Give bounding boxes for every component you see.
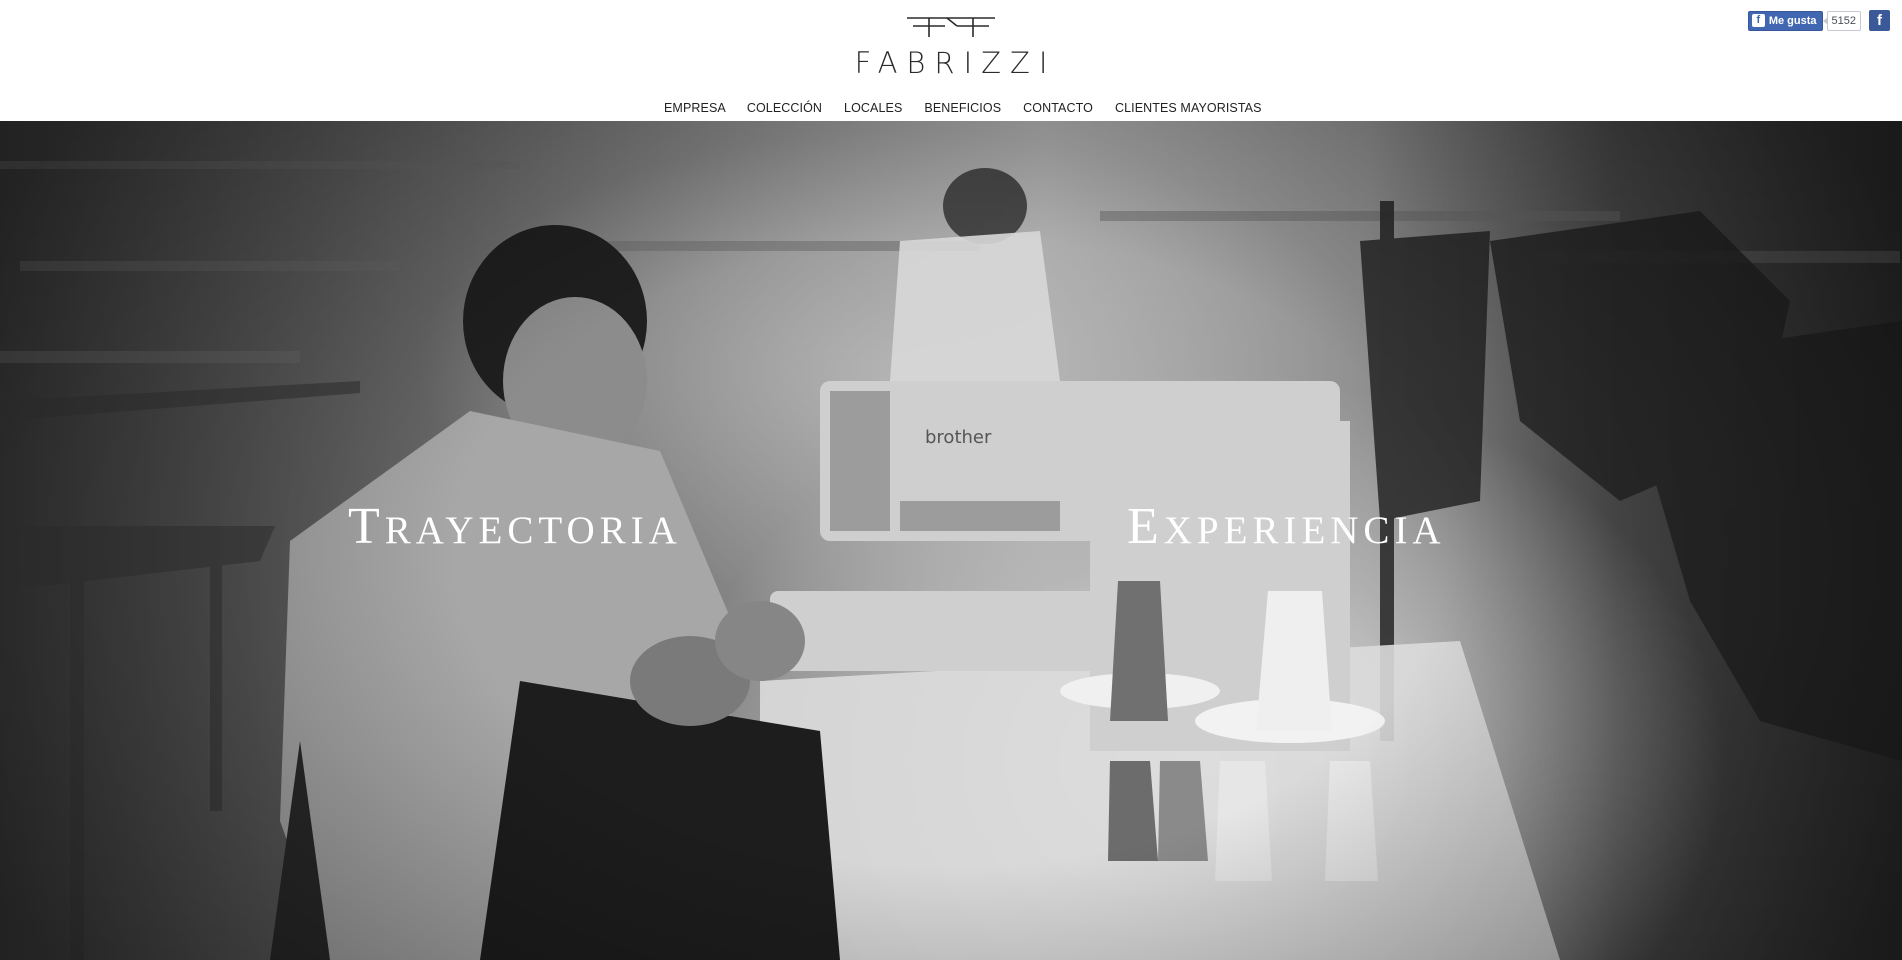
nav-item-contacto[interactable]: CONTACTO [1012,97,1104,121]
facebook-like-button[interactable]: f Me gusta [1747,10,1823,31]
hero-word-experiencia: Experiencia [1127,478,1446,560]
facebook-icon[interactable]: f [1869,10,1890,31]
hero-word-trayectoria: Trayectoria [348,478,682,560]
hero-vignette [0,121,1902,960]
hero-banner: brother Tra [0,121,1902,960]
facebook-like-widget: f Me gusta 5152 f [1747,10,1890,31]
facebook-thumb-icon: f [1751,14,1765,27]
ff-monogram-icon [907,17,995,37]
facebook-like-label: Me gusta [1768,14,1817,27]
nav-item-label: COLECCIÓN [746,101,823,115]
brand-logo[interactable]: FABRIZZI [843,16,1059,82]
nav-item-locales[interactable]: LOCALES [833,97,913,121]
nav-item-beneficios[interactable]: BENEFICIOS [913,97,1012,121]
nav-item-clientes-mayoristas[interactable]: CLIENTES MAYORISTAS [1104,97,1273,121]
nav-item-label: BENEFICIOS [924,101,1002,115]
nav-item-label: CONTACTO [1023,101,1093,115]
nav-item-label: EMPRESA [664,101,726,115]
nav-item-empresa[interactable]: EMPRESA [654,97,736,130]
facebook-like-count: 5152 [1822,10,1861,31]
nav-item-label: LOCALES [844,101,903,115]
site-header: FABRIZZI f Me gusta 5152 f EMPRESA COLEC… [0,0,1902,130]
nav-item-coleccion[interactable]: COLECCIÓN [736,97,833,121]
brand-name: FABRIZZI [854,46,1057,80]
nav-item-label: CLIENTES MAYORISTAS [1114,101,1262,115]
main-navigation: EMPRESA COLECCIÓN LOCALES BENEFICIOS CON… [654,97,1273,130]
